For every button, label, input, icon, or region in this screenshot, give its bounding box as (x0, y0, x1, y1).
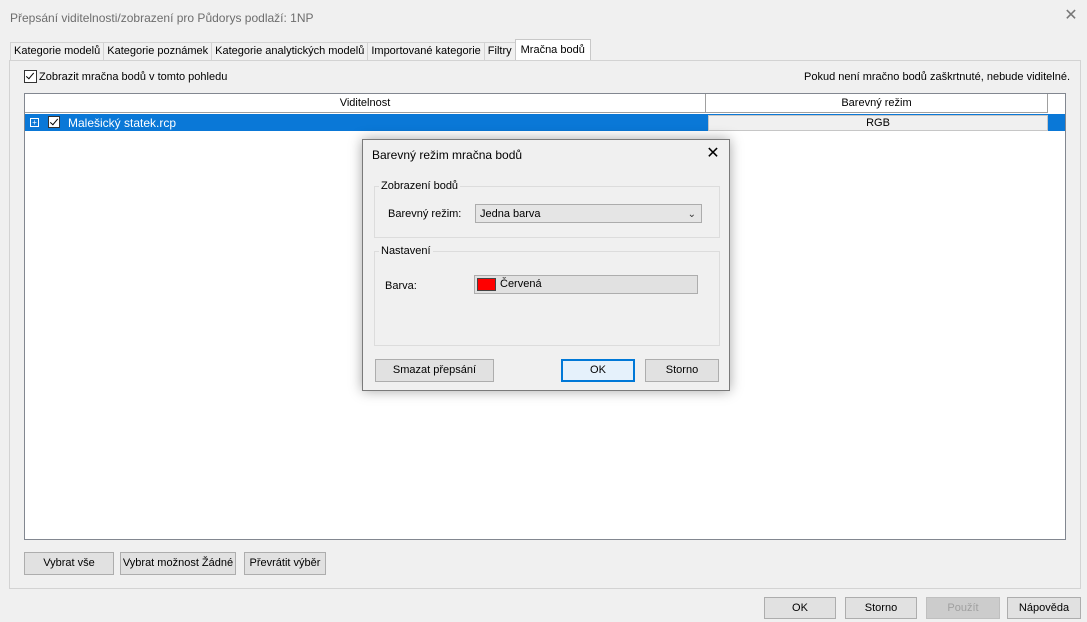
color-value: Červená (500, 278, 542, 290)
column-header-visibility[interactable]: Viditelnost (25, 94, 706, 113)
select-none-button[interactable]: Vybrat možnost Žádné (120, 552, 236, 575)
tab-bar: Kategorie modelů Kategorie poznámek Kate… (10, 39, 591, 61)
help-button[interactable]: Nápověda (1007, 597, 1081, 619)
close-icon[interactable]: ✕ (1062, 7, 1080, 25)
group-settings (374, 251, 720, 346)
tab-filters[interactable]: Filtry (483, 42, 516, 60)
row-color-mode-button[interactable]: RGB (708, 115, 1048, 131)
row-cloud-name: Malešický statek.rcp (68, 116, 177, 130)
dialog-ok-button[interactable]: OK (561, 359, 635, 382)
close-icon[interactable]: ✕ (704, 145, 722, 163)
show-clouds-label: Zobrazit mračna bodů v tomto pohledu (39, 70, 228, 83)
color-mode-dialog: Barevný režim mračna bodů ✕ Zobrazení bo… (362, 139, 730, 391)
color-picker-button[interactable]: Červená (474, 275, 698, 294)
tab-analytical-model-categories[interactable]: Kategorie analytických modelů (211, 42, 369, 60)
window-title: Přepsání viditelnosti/zobrazení pro Půdo… (10, 11, 314, 25)
clear-override-button[interactable]: Smazat přepsání (375, 359, 494, 382)
column-header-color-mode[interactable]: Barevný režim (706, 94, 1048, 113)
hint-text: Pokud není mračno bodů zaškrtnuté, nebud… (804, 71, 1071, 83)
tab-annotation-categories[interactable]: Kategorie poznámek (103, 42, 213, 60)
color-mode-select[interactable]: Jedna barva ⌄ (475, 204, 702, 223)
dialog-title: Barevný režim mračna bodů (372, 148, 523, 162)
tab-point-clouds[interactable]: Mračna bodů (514, 39, 591, 60)
invert-selection-button[interactable]: Převrátit výběr (244, 552, 326, 575)
select-all-button[interactable]: Vybrat vše (24, 552, 114, 575)
row-visibility-checkbox[interactable] (48, 116, 60, 128)
color-label: Barva: (385, 280, 417, 292)
expand-icon[interactable]: + (30, 118, 39, 127)
chevron-down-icon: ⌄ (687, 209, 696, 220)
cancel-button[interactable]: Storno (845, 597, 917, 619)
dialog-cancel-button[interactable]: Storno (645, 359, 719, 382)
group-point-display-title: Zobrazení bodů (379, 180, 461, 192)
tab-model-categories[interactable]: Kategorie modelů (10, 42, 105, 60)
color-mode-value: Jedna barva (480, 208, 541, 220)
ok-button[interactable]: OK (764, 597, 836, 619)
color-swatch (477, 278, 496, 291)
show-clouds-checkbox[interactable] (24, 70, 37, 83)
color-mode-label: Barevný režim: (388, 208, 462, 220)
show-clouds-row[interactable]: Zobrazit mračna bodů v tomto pohledu (24, 70, 227, 83)
group-settings-title: Nastavení (379, 245, 433, 257)
tab-imported-categories[interactable]: Importované kategorie (367, 42, 485, 60)
apply-button[interactable]: Použít (926, 597, 1000, 619)
